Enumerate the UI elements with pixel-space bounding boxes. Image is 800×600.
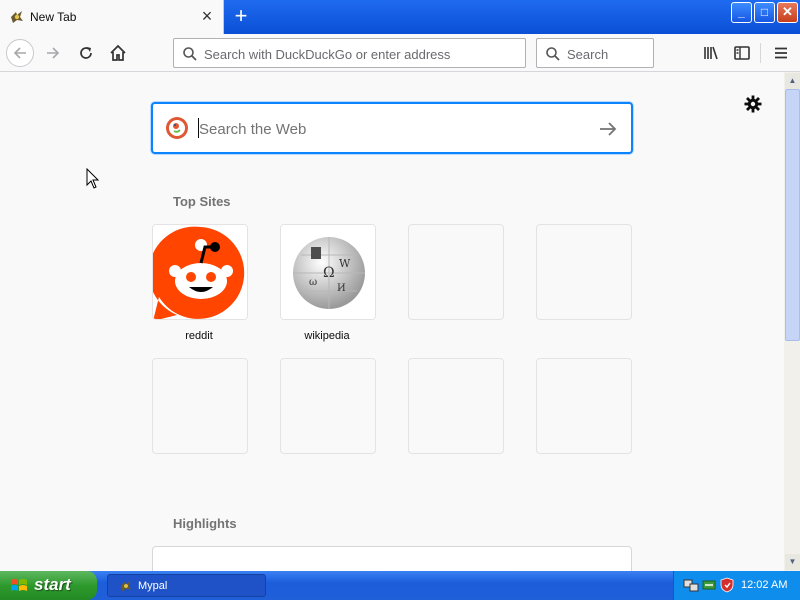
- mypal-icon: [11, 11, 23, 23]
- svg-text:Ω: Ω: [323, 265, 335, 281]
- taskbar-item-label: Mypal: [138, 580, 168, 592]
- top-site-wikipedia[interactable]: Ω W ω И: [280, 224, 376, 320]
- search-icon: [546, 47, 560, 61]
- tab-new-tab[interactable]: New Tab ×: [0, 0, 224, 34]
- new-tab-page: Top Sites reddit: [0, 72, 784, 571]
- start-label: start: [34, 575, 71, 594]
- svg-text:И: И: [337, 283, 346, 294]
- home-icon: [110, 44, 126, 61]
- menu-button[interactable]: [767, 40, 795, 66]
- gear-icon[interactable]: [743, 94, 763, 114]
- web-search-box[interactable]: [151, 102, 633, 154]
- reload-icon: [80, 47, 92, 59]
- windows-logo-icon: [11, 579, 27, 591]
- scroll-up-arrow-icon[interactable]: ▲: [785, 73, 800, 89]
- hamburger-menu-icon: [775, 47, 787, 59]
- top-site-label: wikipedia: [304, 330, 350, 342]
- sidebar-icon: [734, 46, 750, 60]
- top-site-placeholder[interactable]: [408, 358, 504, 454]
- library-icon: [704, 46, 718, 60]
- scrollbar-thumb[interactable]: [785, 89, 800, 341]
- safely-remove-hardware-icon[interactable]: [701, 577, 717, 593]
- search-icon: [183, 47, 197, 61]
- mouse-cursor-icon: [86, 168, 100, 189]
- taskbar-item-mypal[interactable]: Mypal: [107, 574, 266, 597]
- top-sites-heading: Top Sites: [173, 194, 231, 209]
- web-search-input[interactable]: [199, 118, 579, 140]
- scroll-down-arrow-icon[interactable]: ▼: [785, 554, 800, 570]
- security-shield-icon[interactable]: [719, 577, 735, 593]
- maximize-button[interactable]: □: [754, 2, 775, 23]
- new-tab-button[interactable]: +: [228, 4, 254, 30]
- title-bar: New Tab × + _ □ ✕: [0, 0, 800, 34]
- reload-button[interactable]: [72, 40, 100, 66]
- sidebar-toggle-button[interactable]: [728, 40, 756, 66]
- library-button[interactable]: [697, 40, 725, 66]
- highlights-heading: Highlights: [173, 516, 237, 531]
- vertical-scrollbar[interactable]: ▲ ▼: [784, 72, 800, 571]
- start-button[interactable]: start: [0, 571, 97, 600]
- top-site-placeholder[interactable]: [152, 358, 248, 454]
- search-submit-arrow-icon[interactable]: [597, 118, 619, 140]
- tab-title: New Tab: [30, 10, 77, 24]
- clock: 12:02 AM: [741, 579, 788, 591]
- top-site-placeholder[interactable]: [280, 358, 376, 454]
- svg-text:W: W: [339, 257, 351, 270]
- reddit-icon: [153, 225, 247, 319]
- highlights-card[interactable]: [152, 546, 632, 571]
- tab-close-icon[interactable]: ×: [196, 5, 218, 27]
- search-input[interactable]: [567, 45, 647, 63]
- minimize-button[interactable]: _: [731, 2, 752, 23]
- top-site-label: reddit: [185, 330, 213, 342]
- taskbar: start Mypal 12:02 AM: [0, 571, 800, 600]
- close-window-button[interactable]: ✕: [777, 2, 798, 23]
- navigation-toolbar: [0, 34, 800, 72]
- svg-text:ω: ω: [309, 277, 317, 288]
- address-input[interactable]: [204, 45, 504, 63]
- network-icon[interactable]: [683, 577, 699, 593]
- back-arrow-icon: [13, 47, 26, 59]
- home-button[interactable]: [104, 40, 132, 66]
- search-bar[interactable]: [536, 38, 654, 68]
- top-site-placeholder[interactable]: [408, 224, 504, 320]
- address-bar[interactable]: [173, 38, 526, 68]
- wikipedia-icon: Ω W ω И: [281, 225, 375, 319]
- top-site-placeholder[interactable]: [536, 358, 632, 454]
- top-site-placeholder[interactable]: [536, 224, 632, 320]
- forward-arrow-icon: [47, 47, 60, 59]
- system-tray: 12:02 AM: [673, 571, 800, 600]
- mypal-icon: [120, 580, 132, 592]
- forward-button[interactable]: [39, 40, 67, 66]
- duckduckgo-logo-icon: [166, 117, 188, 139]
- back-button[interactable]: [6, 39, 34, 67]
- top-site-reddit[interactable]: [152, 224, 248, 320]
- toolbar-separator: [760, 43, 761, 63]
